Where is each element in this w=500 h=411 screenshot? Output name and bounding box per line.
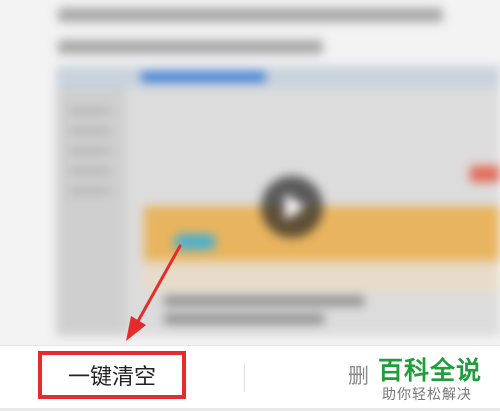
video-frame-sidebar-line xyxy=(70,148,110,154)
play-icon[interactable] xyxy=(261,176,323,238)
video-frame-sidebar-line xyxy=(70,128,110,134)
video-frame-pill xyxy=(174,234,216,250)
video-frame-sidebar-line xyxy=(70,188,110,194)
video-thumbnail[interactable] xyxy=(56,66,500,336)
video-frame-tab xyxy=(141,72,266,82)
video-frame-header xyxy=(56,66,500,88)
video-frame-sidebar xyxy=(56,88,126,336)
video-frame-sidebar-line xyxy=(70,108,110,114)
clear-all-button[interactable]: 一键清空 xyxy=(38,351,186,399)
video-frame-banner-lower xyxy=(144,261,500,291)
blurred-text-line xyxy=(58,40,323,54)
watermark-title: 百科全说 xyxy=(378,356,483,385)
video-frame-sidebar-line xyxy=(70,168,110,174)
watermark-logo: 百科全说 助你轻松解决 xyxy=(370,351,498,407)
bar-divider xyxy=(244,364,245,392)
video-frame-text xyxy=(164,296,364,306)
screen: 一键清空 删 百科全说 助你轻松解决 xyxy=(0,0,500,411)
delete-button[interactable]: 删 xyxy=(348,360,369,390)
blurred-text-line xyxy=(58,8,443,22)
video-frame-red-block xyxy=(470,166,500,182)
video-frame-text xyxy=(164,314,324,324)
watermark-subtitle: 助你轻松解决 xyxy=(382,387,472,403)
blurred-content-area xyxy=(0,0,500,345)
